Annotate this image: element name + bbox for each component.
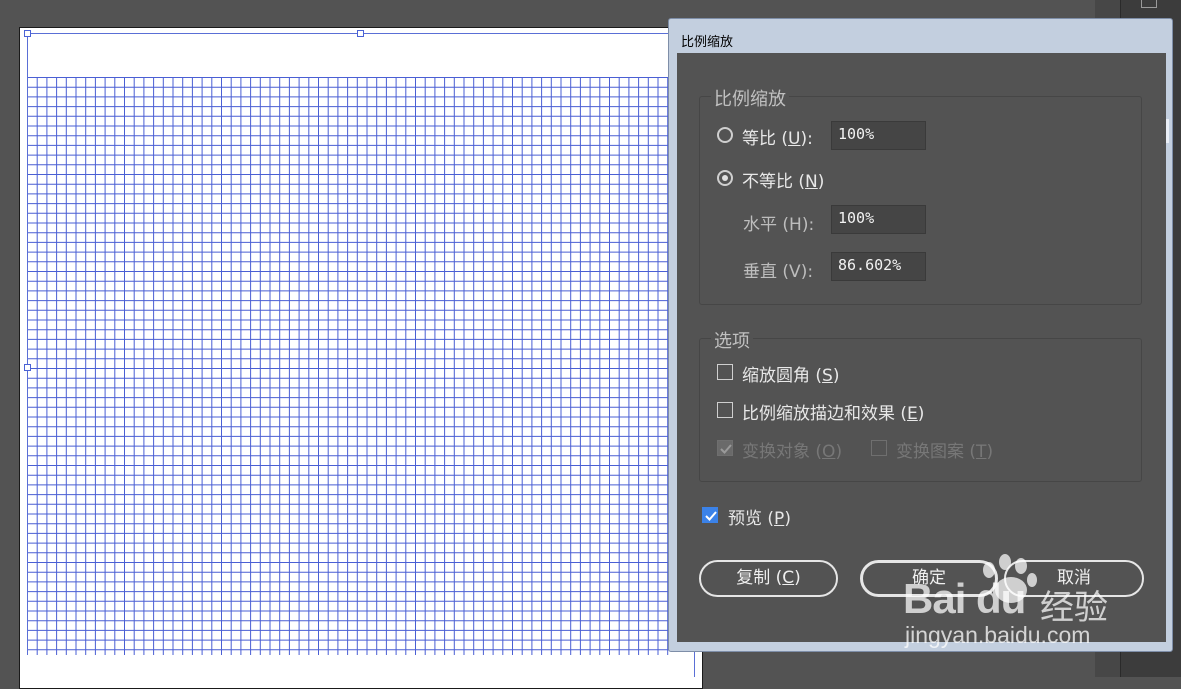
selection-edge-top	[27, 33, 677, 34]
horizontal-scale-input[interactable]: 100%	[831, 205, 926, 234]
checkmark-icon	[720, 444, 732, 454]
non-uniform-label[interactable]: 不等比 (N)	[742, 167, 824, 192]
dialog-frame-highlight	[1166, 119, 1169, 143]
uniform-scale-input[interactable]: 100%	[831, 121, 926, 150]
grid-artwork[interactable]	[27, 77, 677, 655]
transform-patterns-label: 变换图案 (T)	[896, 442, 994, 462]
transform-patterns-checkbox[interactable]	[871, 440, 887, 456]
selection-handle-top-left[interactable]	[24, 30, 31, 37]
watermark-url: jingyan.baidu.com	[905, 622, 1091, 648]
watermark-brand: Bai du	[903, 575, 1026, 622]
scale-corners-label[interactable]: 缩放圆角 (S)	[742, 361, 839, 386]
scale-group-title: 比例缩放	[711, 85, 789, 111]
options-group-title: 选项	[711, 327, 753, 353]
scale-strokes-checkbox[interactable]	[717, 402, 733, 418]
selection-edge-left	[27, 33, 28, 655]
horizontal-label: 水平 (H):	[743, 215, 815, 235]
uniform-radio[interactable]	[717, 127, 733, 143]
panel-collapse-icon[interactable]	[1141, 0, 1157, 8]
non-uniform-radio[interactable]	[717, 170, 733, 186]
uniform-label[interactable]: 等比 (U):	[742, 124, 813, 149]
checkmark-icon	[705, 511, 717, 521]
selection-handle-middle-left[interactable]	[24, 364, 31, 371]
scale-corners-checkbox[interactable]	[717, 364, 733, 380]
transform-objects-checkbox[interactable]	[717, 440, 733, 456]
preview-label[interactable]: 预览 (P)	[728, 504, 791, 529]
selection-handle-top-center[interactable]	[357, 30, 364, 37]
vertical-label: 垂直 (V):	[743, 262, 814, 282]
vertical-scale-input[interactable]: 86.602%	[831, 252, 926, 281]
scale-strokes-label[interactable]: 比例缩放描边和效果 (E)	[742, 399, 924, 424]
dialog-title: 比例缩放	[681, 35, 734, 50]
preview-checkbox[interactable]	[702, 507, 718, 523]
transform-objects-label: 变换对象 (O)	[742, 442, 843, 462]
copy-button[interactable]: 复制 (C)	[699, 560, 838, 597]
